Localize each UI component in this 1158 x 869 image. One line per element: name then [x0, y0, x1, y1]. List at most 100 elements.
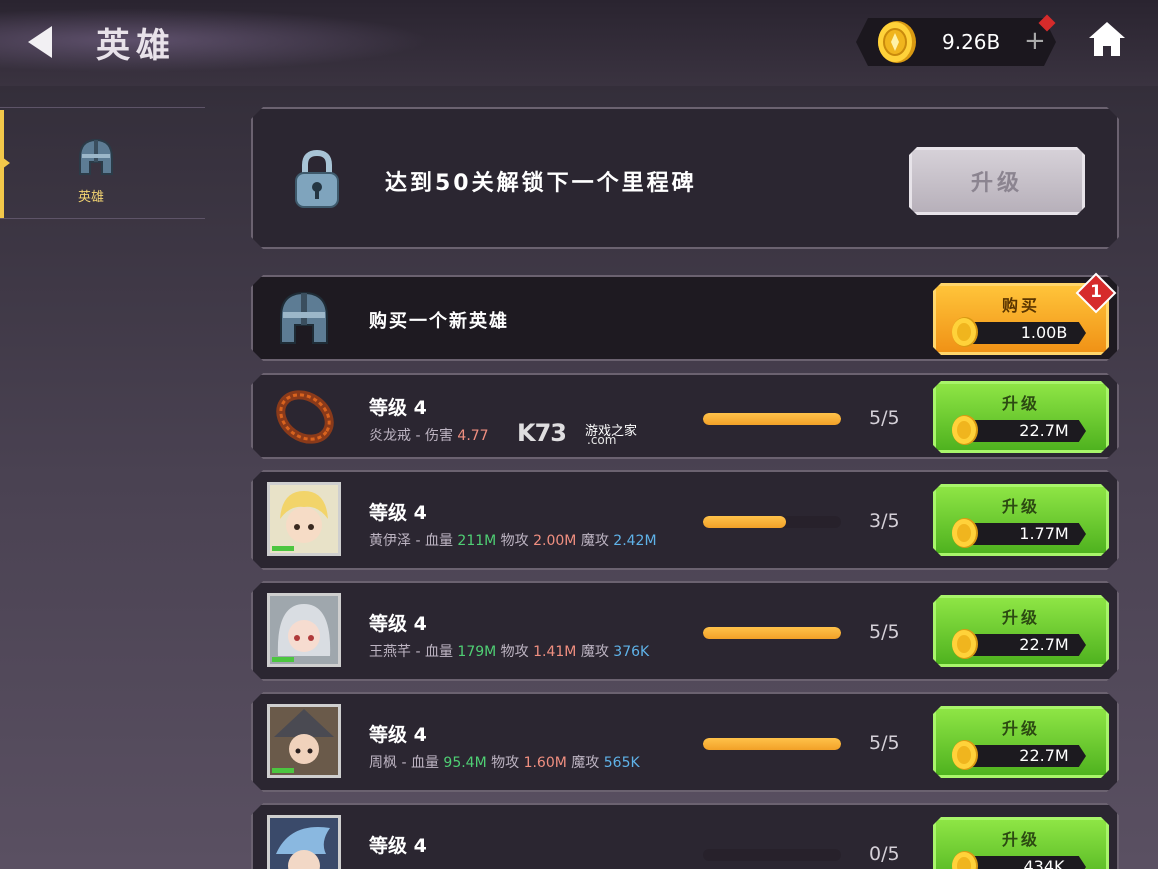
price-box: 1.00B — [966, 322, 1086, 344]
gold-coin-icon — [950, 628, 980, 660]
buy-hero-row: 购买一个新英雄 购买 1.00B — [251, 275, 1119, 361]
mag-value: 376K — [613, 644, 650, 660]
progress-fill — [703, 738, 841, 750]
hero-row: 等级 4 黄伊泽 - 血量 211M 物攻 2.00M 魔攻 2.42M 3/5… — [251, 470, 1119, 570]
atk-value: 1.41M — [533, 644, 577, 660]
hero-name: 王燕芊 — [369, 644, 411, 660]
hero-row: 等级 4 周枫 - 血量 95.4M 物攻 1.60M 魔攻 565K 5/5 … — [251, 692, 1119, 792]
progress-fill — [703, 627, 841, 639]
hero-progress-count: 5/5 — [869, 732, 900, 754]
hero-progress-count: 3/5 — [869, 510, 900, 532]
gold-coin-icon — [878, 21, 916, 63]
hero-name: 周枫 — [369, 755, 397, 771]
ring-icon — [275, 389, 335, 445]
hero-avatar-icon — [270, 818, 338, 869]
active-arrow-icon — [0, 155, 10, 171]
progress-fill — [703, 413, 841, 425]
progress-fill — [703, 516, 786, 528]
page-title: 英雄 — [96, 26, 176, 66]
hero-level: 等级 4 — [369, 724, 427, 746]
hero-progress-count: 0/5 — [869, 843, 900, 865]
hero-row: 等级 4 0/5 升级 434K — [251, 803, 1119, 869]
damage-label: 伤害 — [424, 428, 453, 444]
upgrade-label: 升级 — [1001, 719, 1040, 738]
gold-coin-icon — [950, 517, 980, 549]
price-box: 22.7M — [966, 420, 1086, 442]
upgrade-price: 22.7M — [1019, 421, 1069, 440]
hero-avatar-icon — [270, 485, 338, 553]
watermark-brand: K73 — [517, 419, 567, 447]
hp-value: 95.4M — [443, 755, 487, 771]
hero-progress-bar — [703, 413, 841, 425]
hero-stats: 王燕芊 - 血量 179M 物攻 1.41M 魔攻 376K — [369, 641, 649, 661]
buy-price: 1.00B — [1020, 323, 1068, 342]
sidebar-item-heroes[interactable]: 英雄 — [0, 110, 205, 218]
hp-label: 血量 — [424, 644, 453, 660]
stats-separator: - — [411, 428, 425, 444]
new-hero-badge — [1075, 272, 1117, 314]
price-box: 22.7M — [966, 634, 1086, 656]
sidebar-item-label: 英雄 — [78, 190, 105, 205]
helmet-icon — [79, 138, 113, 175]
damage-value: 4.77 — [457, 428, 489, 444]
hero-row: 等级 4 炎龙戒 - 伤害 4.77 5/5 升级 22.7M — [251, 373, 1119, 459]
atk-label: 物攻 — [491, 755, 520, 771]
stats-separator: - — [411, 533, 425, 549]
hero-avatar-icon — [270, 707, 338, 775]
upgrade-button[interactable]: 升级 22.7M — [933, 706, 1109, 778]
gold-coin-icon — [950, 850, 980, 869]
back-arrow-icon — [28, 26, 52, 58]
price-box: 434K — [966, 856, 1086, 869]
price-box: 1.77M — [966, 523, 1086, 545]
sidebar-divider — [0, 218, 205, 219]
hp-value: 179M — [457, 644, 497, 660]
upgrade-label: 升级 — [1001, 394, 1040, 413]
add-currency-button[interactable]: + — [1024, 26, 1046, 56]
portrait-level-bar — [272, 768, 294, 773]
buy-hero-label: 购买一个新英雄 — [369, 311, 509, 332]
mag-value: 2.42M — [613, 533, 657, 549]
milestone-upgrade-button[interactable]: 升级 — [909, 147, 1085, 215]
hero-name: 黄伊泽 — [369, 533, 411, 549]
milestone-panel: 达到50关解锁下一个里程碑 升级 — [251, 107, 1119, 249]
upgrade-label: 升级 — [1001, 497, 1040, 516]
gold-coin-icon — [950, 739, 980, 771]
hero-progress-bar — [703, 516, 841, 528]
upgrade-button[interactable]: 升级 22.7M — [933, 381, 1109, 453]
hp-label: 血量 — [424, 533, 453, 549]
mag-label: 魔攻 — [580, 533, 609, 549]
title-glow — [0, 8, 430, 72]
mag-label: 魔攻 — [580, 644, 609, 660]
atk-value: 2.00M — [533, 533, 577, 549]
silver-hair-hero-portrait[interactable] — [267, 593, 341, 667]
upgrade-price: 22.7M — [1019, 746, 1069, 765]
gold-coin-icon — [950, 414, 980, 446]
watermark-logo: K73 游戏之家 .com — [517, 419, 647, 449]
back-button[interactable] — [24, 24, 56, 60]
upgrade-button[interactable]: 升级 22.7M — [933, 595, 1109, 667]
hero-level: 等级 4 — [369, 397, 427, 419]
hp-label: 血量 — [410, 755, 439, 771]
hero-level: 等级 4 — [369, 835, 427, 857]
hat-hero-portrait[interactable] — [267, 704, 341, 778]
hero-level: 等级 4 — [369, 613, 427, 635]
upgrade-price: 1.77M — [1019, 524, 1069, 543]
price-box: 22.7M — [966, 745, 1086, 767]
atk-label: 物攻 — [500, 644, 529, 660]
stats-separator: - — [411, 644, 425, 660]
hero-progress-bar — [703, 738, 841, 750]
upgrade-label: 升级 — [1001, 830, 1040, 849]
wizard-hero-portrait[interactable] — [267, 815, 341, 869]
milestone-message: 达到50关解锁下一个里程碑 — [385, 171, 697, 196]
helmet-icon — [273, 287, 335, 349]
sidebar-divider — [0, 107, 205, 108]
home-icon[interactable] — [1087, 20, 1127, 60]
upgrade-button[interactable]: 升级 1.77M — [933, 484, 1109, 556]
hp-value: 211M — [457, 533, 497, 549]
upgrade-button[interactable]: 升级 434K — [933, 817, 1109, 869]
mag-value: 565K — [603, 755, 640, 771]
blonde-hero-portrait[interactable] — [267, 482, 341, 556]
milestone-upgrade-label: 升级 — [970, 171, 1023, 196]
currency-amount: 9.26B — [942, 30, 1001, 54]
gold-coin-icon — [950, 316, 980, 348]
